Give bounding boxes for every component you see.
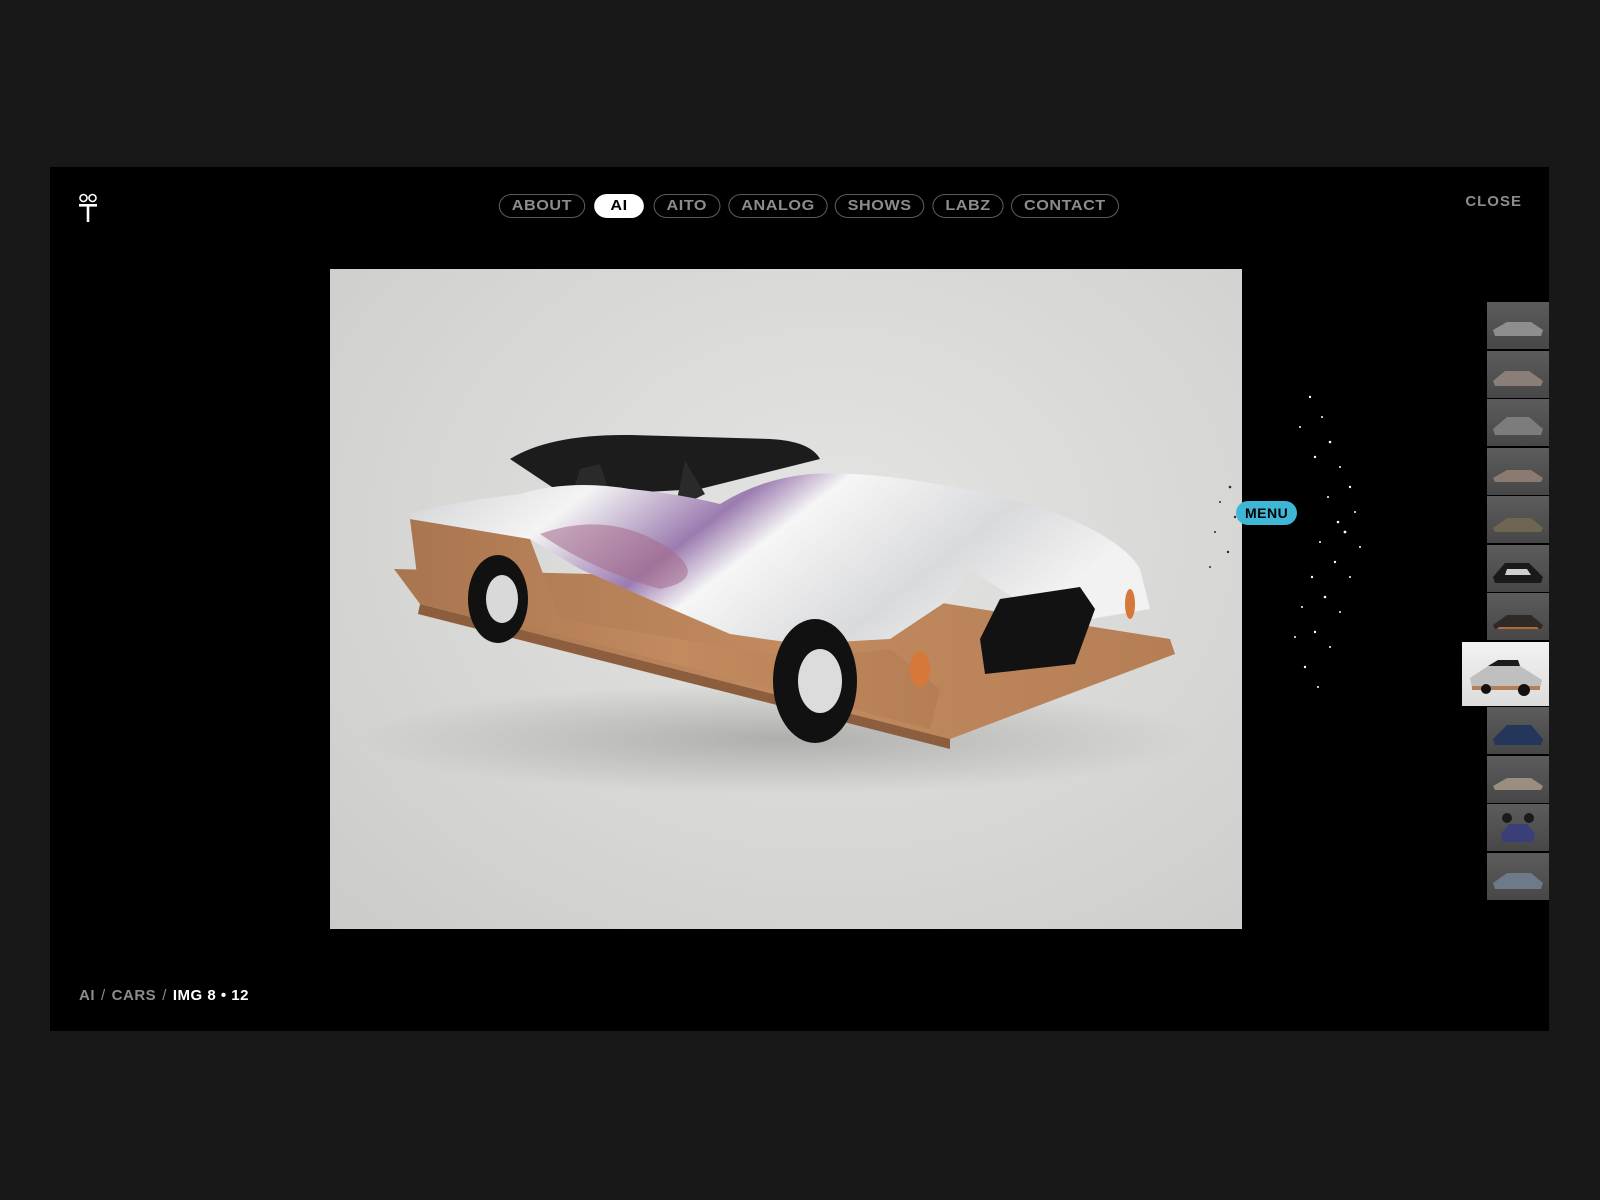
- thumbnail-strip: [1462, 302, 1549, 901]
- thumbnail-7[interactable]: [1487, 593, 1549, 640]
- nav-contact[interactable]: CONTACT: [1010, 194, 1119, 218]
- nav-labz[interactable]: LABZ: [932, 194, 1004, 218]
- breadcrumb: AI / CARS / IMG 8 • 12: [79, 987, 249, 1004]
- nav-ai[interactable]: AI: [594, 194, 645, 218]
- thumbnail-9[interactable]: [1487, 707, 1549, 754]
- main-image: [330, 269, 1242, 929]
- main-nav: ABOUT AI AITO ANALOG SHOWS LABZ CONTACT: [50, 194, 1549, 218]
- thumbnail-12[interactable]: [1487, 852, 1549, 900]
- nav-shows[interactable]: SHOWS: [834, 194, 925, 218]
- breadcrumb-album[interactable]: CARS: [112, 987, 157, 1004]
- nav-aito[interactable]: AITO: [653, 194, 721, 218]
- nav-analog[interactable]: ANALOG: [728, 194, 828, 218]
- thumbnail-11[interactable]: [1487, 804, 1549, 851]
- menu-button[interactable]: MENU: [1236, 501, 1298, 525]
- viewer-frame: ABOUT AI AITO ANALOG SHOWS LABZ CONTACT …: [50, 167, 1549, 1031]
- nav-about[interactable]: ABOUT: [499, 194, 586, 218]
- breadcrumb-separator: /: [162, 987, 167, 1004]
- close-button[interactable]: CLOSE: [1465, 193, 1522, 210]
- breadcrumb-section[interactable]: AI: [79, 987, 95, 1004]
- breadcrumb-separator: /: [101, 987, 106, 1004]
- thumbnail-4[interactable]: [1487, 447, 1549, 495]
- thumbnail-8[interactable]: [1462, 641, 1549, 706]
- thumbnail-3[interactable]: [1487, 399, 1549, 446]
- thumbnail-2[interactable]: [1487, 350, 1549, 398]
- thumbnail-5[interactable]: [1487, 496, 1549, 543]
- thumbnail-6[interactable]: [1487, 544, 1549, 592]
- breadcrumb-current: IMG 8 • 12: [172, 987, 249, 1004]
- thumbnail-1[interactable]: [1487, 302, 1549, 349]
- thumbnail-10[interactable]: [1487, 755, 1549, 803]
- dissolve-effect: [1190, 337, 1370, 737]
